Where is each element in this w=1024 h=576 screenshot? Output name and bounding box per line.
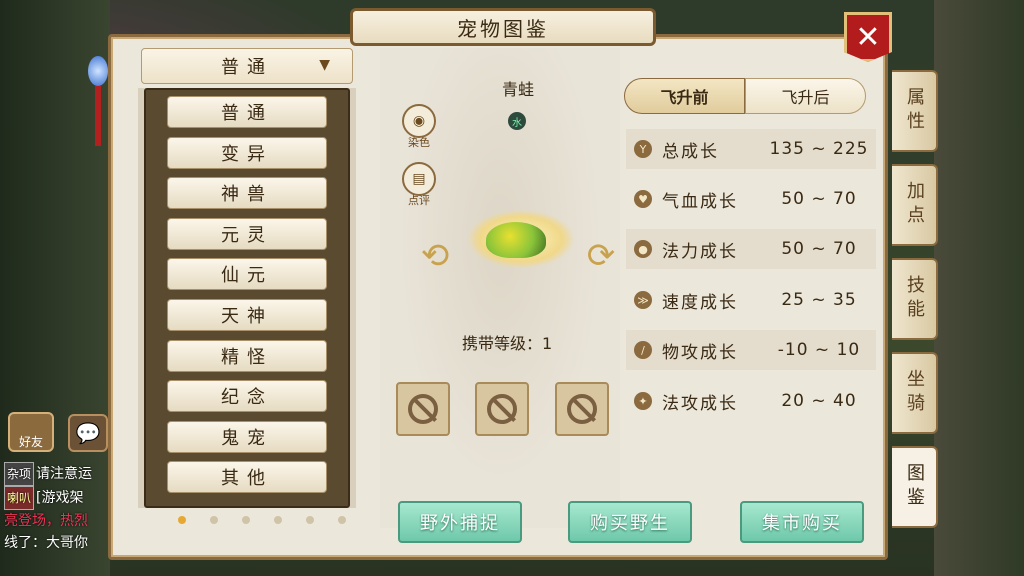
tab-before-ascension[interactable]: 飞升前 <box>624 78 745 114</box>
category-item-immortal[interactable]: 仙元 <box>167 258 327 291</box>
category-list: 普通 变异 神兽 元灵 仙元 天神 精怪 纪念 鬼宠 其他 <box>144 88 350 508</box>
stat-total-growth: Y 总成长 135 ~ 225 <box>634 132 884 166</box>
tab-encyclopedia[interactable]: 图鉴 <box>892 446 938 528</box>
stat-speed-growth: ≫ 速度成长 25 ~ 35 <box>634 283 884 317</box>
page-dot[interactable] <box>274 516 282 524</box>
close-button[interactable]: ✕ <box>844 12 892 62</box>
category-dropdown[interactable]: 普通 ▼ <box>141 48 353 84</box>
friend-button[interactable]: 好友 <box>8 412 54 452</box>
pet-name: 青蛙 <box>501 80 534 99</box>
category-item-mutant[interactable]: 变异 <box>167 136 327 169</box>
skill-slot[interactable] <box>396 382 450 436</box>
page-dot[interactable] <box>306 516 314 524</box>
water-element-icon: 水 <box>508 112 526 130</box>
market-buy-button[interactable]: 集市购买 <box>740 501 864 543</box>
flame-icon: ✦ <box>634 392 652 410</box>
close-icon: ✕ <box>855 19 881 55</box>
tab-points[interactable]: 加点 <box>892 164 938 246</box>
review-label: 点评 <box>408 194 430 207</box>
growth-icon: Y <box>634 140 652 158</box>
wild-catch-button[interactable]: 野外捕捉 <box>398 501 522 543</box>
page-dot[interactable] <box>242 516 250 524</box>
chevron-down-icon: ▼ <box>319 57 330 73</box>
page-dot[interactable] <box>210 516 218 524</box>
page-dot[interactable] <box>338 516 346 524</box>
carry-level: 携带等级：1 <box>462 334 553 353</box>
stat-mp-growth: ● 法力成长 50 ~ 70 <box>634 232 884 266</box>
scene-right <box>934 0 1024 576</box>
skill-slot[interactable] <box>475 382 529 436</box>
heart-icon: ♥ <box>634 190 652 208</box>
tassel-ornament <box>95 86 101 146</box>
comment-icon: ▤ <box>412 171 426 187</box>
rotate-left-icon[interactable]: ⟲ <box>418 236 452 276</box>
tab-skills[interactable]: 技能 <box>892 258 938 340</box>
frog-pet-model <box>486 222 546 258</box>
sword-icon: / <box>634 341 652 359</box>
stat-magic-attack-growth: ✦ 法攻成长 20 ~ 40 <box>634 384 884 418</box>
tab-attributes[interactable]: 属性 <box>892 70 938 152</box>
rotate-right-icon[interactable]: ⟳ <box>584 236 618 276</box>
speed-icon: ≫ <box>634 291 652 309</box>
eye-icon: ◉ <box>412 113 426 129</box>
category-item-deity[interactable]: 天神 <box>167 298 327 331</box>
stat-hp-growth: ♥ 气血成长 50 ~ 70 <box>634 182 884 216</box>
category-item-other[interactable]: 其他 <box>167 461 327 494</box>
tab-mount[interactable]: 坐骑 <box>892 352 938 434</box>
category-item-spirit[interactable]: 元灵 <box>167 217 327 250</box>
category-item-normal[interactable]: 普通 <box>167 96 327 128</box>
tab-after-ascension[interactable]: 飞升后 <box>745 78 866 114</box>
buy-wild-button[interactable]: 购买野生 <box>568 501 692 543</box>
ascension-tabs: 飞升前 飞升后 <box>624 78 866 114</box>
forbidden-icon <box>487 394 517 424</box>
review-button[interactable]: ▤ <box>402 162 436 196</box>
chat-tag: 杂项 <box>4 462 35 486</box>
category-item-sprite[interactable]: 精怪 <box>167 339 327 372</box>
stat-physical-attack-growth: / 物攻成长 -10 ~ 10 <box>634 333 884 367</box>
chat-log: 杂项 请注意运 喇叭 [游戏架 亮登场，热烈 线了：大哥你 <box>4 462 114 554</box>
page-dot[interactable] <box>178 516 186 524</box>
page-indicator <box>178 516 346 524</box>
category-item-divine-beast[interactable]: 神兽 <box>167 177 327 210</box>
forbidden-icon <box>408 394 438 424</box>
dye-label: 染色 <box>408 136 430 149</box>
gem-ornament-icon <box>88 56 108 86</box>
dye-button[interactable]: ◉ <box>402 104 436 138</box>
mana-drop-icon: ● <box>634 240 652 258</box>
panel-title: 宠物图鉴 <box>350 8 656 46</box>
chat-bubble-icon[interactable]: 💬 <box>68 414 108 452</box>
category-item-ghost[interactable]: 鬼宠 <box>167 420 327 453</box>
chat-tag: 喇叭 <box>4 486 35 510</box>
category-item-commemorative[interactable]: 纪念 <box>167 380 327 413</box>
forbidden-icon <box>567 394 597 424</box>
skill-slot[interactable] <box>555 382 609 436</box>
